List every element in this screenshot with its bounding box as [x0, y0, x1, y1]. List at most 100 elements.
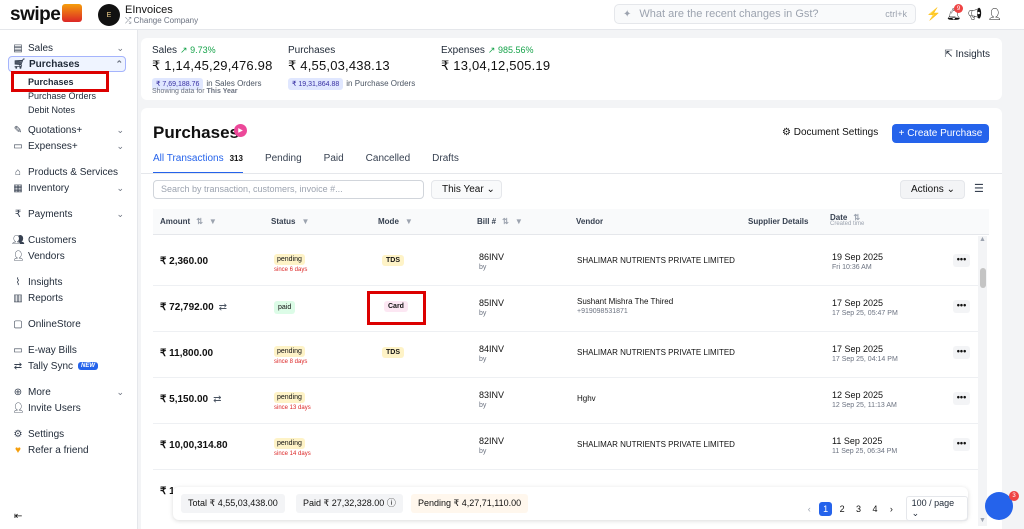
- megaphone-icon[interactable]: 📢︎: [967, 7, 982, 21]
- page-3[interactable]: 3: [852, 504, 864, 514]
- header-mode[interactable]: Mode ▼: [378, 217, 413, 226]
- tab-all-transactions[interactable]: All Transactions 313: [153, 152, 243, 174]
- header-status[interactable]: Status ▼: [271, 217, 309, 226]
- header-bill[interactable]: Bill # ⇅ ▼: [477, 217, 523, 226]
- mode-badge: TDS: [382, 255, 404, 266]
- filter-icon[interactable]: ▼: [405, 217, 413, 226]
- bill-number[interactable]: 86INV by: [479, 252, 504, 271]
- bill-number[interactable]: 83INV by: [479, 390, 504, 409]
- table-row[interactable]: ₹ 5,150.00 ⇄ pending since 13 days 83INV by…: [153, 378, 978, 424]
- scroll-up-icon[interactable]: ▲: [979, 236, 986, 243]
- external-link-icon: ⇱: [944, 49, 953, 60]
- paid-amount: Paid ₹ 27,32,328.00 ⓘ: [296, 494, 403, 513]
- truck-icon: ▭: [13, 344, 23, 356]
- play-video-icon[interactable]: ▶: [234, 124, 247, 137]
- sidebar-item-tally-sync[interactable]: ⇄ Tally Sync NEW: [12, 358, 126, 374]
- bill-number[interactable]: 85INV by: [479, 298, 504, 317]
- sort-icon[interactable]: ⇅: [196, 217, 203, 226]
- sort-icon[interactable]: ⇅: [502, 217, 509, 226]
- sidebar-item-payments[interactable]: ₹ Payments ⌄: [12, 206, 126, 222]
- status-badge: paid: [274, 301, 296, 314]
- more-icon: ⊕: [13, 386, 23, 398]
- filter-icon[interactable]: ▼: [515, 217, 523, 226]
- sidebar-item-more[interactable]: ⊕ More ⌄: [12, 384, 126, 400]
- sidebar-item-refer[interactable]: ♥ Refer a friend: [12, 442, 126, 458]
- filter-icon[interactable]: ▼: [301, 217, 309, 226]
- more-options-button[interactable]: •••: [953, 392, 970, 405]
- chevron-down-icon: ⌄: [946, 184, 955, 195]
- info-icon[interactable]: ⓘ: [387, 498, 396, 508]
- purchases-stat[interactable]: Purchases ₹ 4,55,03,438.13 ₹ 19,31,864.8…: [288, 45, 415, 90]
- sidebar-item-onlinestore[interactable]: ▢ OnlineStore: [12, 316, 126, 332]
- page-4[interactable]: 4: [869, 504, 881, 514]
- sidebar-item-reports[interactable]: ▥ Reports: [12, 290, 126, 306]
- purchases-panel: Purchases ▶ ⚙ Document Settings + Create…: [141, 108, 1002, 529]
- filter-icon[interactable]: ▼: [209, 217, 217, 226]
- sidebar-item-customers[interactable]: 👥︎ Customers: [12, 232, 126, 248]
- next-page-icon[interactable]: ›: [885, 504, 897, 514]
- table-row[interactable]: ₹ 2,360.00 pending since 6 days TDS 86INV…: [153, 240, 978, 286]
- sidebar-item-purchases[interactable]: 🛒︎ Purchases ⌃: [8, 56, 126, 72]
- global-search-input[interactable]: ✦ What are the recent changes in Gst? ct…: [614, 4, 916, 24]
- more-options-button[interactable]: •••: [953, 346, 970, 359]
- pending-amount: Pending ₹ 4,27,71,110.00: [411, 494, 529, 513]
- bolt-icon[interactable]: ⚡: [926, 7, 941, 21]
- sidebar-sub-debit-notes[interactable]: Debit Notes: [28, 105, 75, 115]
- tab-paid[interactable]: Paid: [324, 152, 344, 174]
- collapse-sidebar-icon[interactable]: ⇤: [14, 511, 22, 522]
- chevron-down-icon: ⌄: [116, 386, 124, 397]
- scrollbar-thumb[interactable]: [980, 268, 986, 288]
- more-options-button[interactable]: •••: [953, 254, 970, 267]
- table-row[interactable]: ₹ 11,800.00 pending since 8 days TDS 84IN…: [153, 332, 978, 378]
- chat-badge: 3: [1009, 491, 1019, 501]
- bill-number[interactable]: 84INV by: [479, 344, 504, 363]
- tab-pending[interactable]: Pending: [265, 152, 302, 174]
- scroll-down-icon[interactable]: ▼: [979, 517, 986, 524]
- year-filter-select[interactable]: This Year ⌄: [431, 180, 502, 199]
- header-amount[interactable]: Amount ⇅ ▼: [160, 217, 217, 226]
- sales-stat[interactable]: Sales ↗ 9.73% ₹ 1,14,45,29,476.98 ₹ 7,69,…: [152, 45, 273, 90]
- sidebar-item-eway-bills[interactable]: ▭ E-way Bills: [12, 342, 126, 358]
- sidebar-item-invite-users[interactable]: 👤︎ Invite Users: [12, 400, 126, 416]
- tab-drafts[interactable]: Drafts: [432, 152, 459, 174]
- sidebar-sub-purchase-orders[interactable]: Purchase Orders: [28, 91, 96, 101]
- sidebar-item-settings[interactable]: ⚙ Settings: [12, 426, 126, 442]
- highlight-box: [11, 71, 109, 92]
- more-options-button[interactable]: •••: [953, 300, 970, 313]
- transaction-search-input[interactable]: Search by transaction, customers, invoic…: [153, 180, 424, 199]
- sidebar-item-quotations[interactable]: ✎ Quotations+ ⌄: [12, 122, 126, 138]
- sidebar-item-vendors[interactable]: 👤︎ Vendors: [12, 248, 126, 264]
- page-size-select[interactable]: 100 / page ⌄: [905, 496, 968, 521]
- column-settings-icon[interactable]: ☰: [974, 182, 984, 195]
- sidebar-item-sales[interactable]: ▤ Sales ⌄: [12, 40, 126, 56]
- sidebar-item-products[interactable]: ⌂ Products & Services: [12, 164, 126, 180]
- create-purchase-button[interactable]: + Create Purchase: [892, 124, 989, 143]
- mode-badge: TDS: [382, 347, 404, 358]
- user-icon[interactable]: 👤︎: [987, 7, 1002, 21]
- table-row[interactable]: ₹ 72,792.00 ⇄ paid Card 85INV by Sushant M…: [153, 286, 978, 332]
- users-icon: 👥︎: [12, 234, 25, 246]
- sidebar-item-expenses[interactable]: ▭ Expenses+ ⌄: [12, 138, 126, 154]
- prev-page-icon[interactable]: ‹: [803, 504, 815, 514]
- actions-dropdown[interactable]: Actions ⌄: [900, 180, 965, 199]
- swipe-logo[interactable]: swipe: [10, 4, 83, 26]
- sidebar-item-insights[interactable]: ⌇ Insights: [12, 274, 126, 290]
- page-2[interactable]: 2: [836, 504, 848, 514]
- expenses-stat[interactable]: Expenses ↗ 985.56% ₹ 13,04,12,505.19: [441, 45, 550, 74]
- insights-button[interactable]: ⇱ Insights: [944, 49, 990, 60]
- vendor-name: SHALIMAR NUTRIENTS PRIVATE LIMITED: [577, 256, 735, 265]
- date-cell: 17 Sep 2025 17 Sep 25, 05:47 PM: [832, 298, 898, 317]
- bill-number[interactable]: 82INV by: [479, 436, 504, 455]
- document-settings-button[interactable]: ⚙ Document Settings: [782, 127, 878, 138]
- tab-cancelled[interactable]: Cancelled: [366, 152, 410, 174]
- table-row[interactable]: ₹ 10,00,314.80 pending since 14 days 82IN…: [153, 424, 978, 470]
- company-switcher[interactable]: E EInvoices ⤮ Change Company: [98, 4, 198, 26]
- tabs: All Transactions 313 Pending Paid Cancell…: [153, 152, 481, 174]
- date-cell: 19 Sep 2025 Fri 10:36 AM: [832, 252, 884, 271]
- page-1[interactable]: 1: [819, 501, 832, 516]
- more-options-button[interactable]: •••: [953, 438, 970, 451]
- sidebar-item-inventory[interactable]: ▦ Inventory ⌄: [12, 180, 126, 196]
- change-company-link[interactable]: ⤮ Change Company: [125, 16, 198, 26]
- header-date[interactable]: Date ⇅ Created time: [830, 213, 864, 227]
- chevron-down-icon: ⌄: [116, 140, 124, 151]
